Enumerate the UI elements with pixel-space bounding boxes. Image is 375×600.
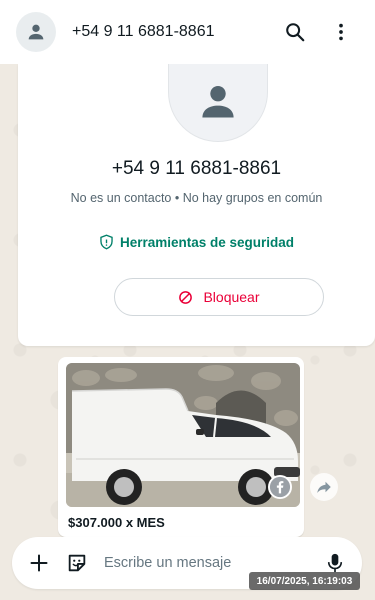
search-button[interactable] [275, 12, 315, 52]
message-input[interactable]: Escribe un mensaje [104, 555, 322, 571]
person-icon [28, 24, 44, 40]
chat-header: +54 9 11 6881-8861 [0, 0, 375, 64]
contact-status-text: No es un contacto • No hay grupos en com… [70, 191, 323, 205]
menu-button[interactable] [321, 12, 361, 52]
contact-avatar[interactable] [16, 12, 56, 52]
more-vert-icon [339, 23, 343, 41]
block-label: Bloquear [203, 289, 260, 305]
profile-phone: +54 9 11 6881-8861 [111, 158, 282, 179]
message-text: $307.000 x MES [68, 515, 165, 530]
shield-icon [100, 234, 113, 250]
contact-name[interactable]: +54 9 11 6881-8861 [72, 23, 269, 41]
mic-icon [327, 553, 343, 573]
search-icon [286, 23, 305, 42]
forward-icon [317, 481, 331, 493]
attach-button[interactable] [26, 550, 52, 576]
safety-tools-link[interactable]: Herramientas de seguridad [18, 234, 375, 250]
message-bubble[interactable]: $307.000 x MES [58, 357, 304, 537]
plus-icon [30, 554, 48, 572]
block-icon [179, 290, 193, 304]
facebook-badge [268, 475, 292, 499]
block-button[interactable]: Bloquear [114, 278, 324, 316]
message-image[interactable] [66, 363, 300, 507]
sticker-button[interactable] [64, 550, 90, 576]
facebook-icon [269, 476, 291, 498]
sticker-icon [68, 554, 86, 572]
safety-tools-label: Herramientas de seguridad [119, 234, 295, 250]
van-photo [66, 363, 300, 507]
screenshot-timestamp: 16/07/2025, 16:19:03 [249, 572, 360, 590]
forward-button[interactable] [310, 473, 338, 501]
contact-info-card: +54 9 11 6881-8861 No es un contacto • N… [18, 56, 375, 346]
profile-avatar [168, 56, 268, 142]
person-icon [202, 85, 234, 117]
